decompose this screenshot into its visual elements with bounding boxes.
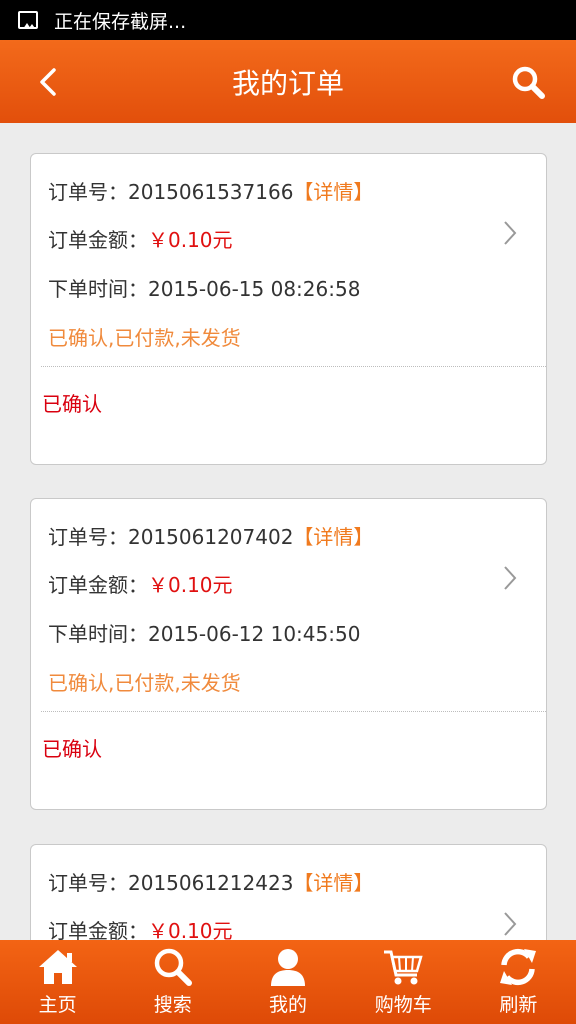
order-amount-row: 订单金额：￥0.10元 — [48, 224, 233, 253]
order-card[interactable]: 订单号：2015061207402【详情】 订单金额：￥0.10元 下单时间：2… — [30, 498, 547, 810]
tab-label: 我的 — [269, 994, 308, 1016]
tab-label: 主页 — [38, 994, 77, 1016]
tab-mine[interactable]: 我的 — [230, 940, 345, 1024]
confirm-status: 已确认 — [42, 737, 102, 761]
detail-link[interactable]: 【详情】 — [293, 525, 373, 549]
order-card[interactable]: 订单号：2015061212423【详情】 订单金额：￥0.10元 — [30, 844, 547, 940]
back-icon[interactable] — [30, 62, 70, 102]
order-status: 已确认,已付款,未发货 — [48, 326, 241, 350]
order-amount: ￥0.10元 — [148, 228, 233, 252]
order-time: 2015-06-12 10:45:50 — [148, 622, 361, 646]
tab-label: 刷新 — [499, 994, 538, 1016]
tab-label: 购物车 — [374, 994, 432, 1016]
home-icon — [38, 950, 77, 984]
confirm-status: 已确认 — [42, 392, 102, 416]
detail-link[interactable]: 【详情】 — [293, 871, 373, 895]
order-time-row: 下单时间：2015-06-15 08:26:58 — [48, 273, 360, 302]
order-amount-label: 订单金额： — [48, 919, 148, 940]
page-title: 我的订单 — [231, 66, 344, 100]
order-time-label: 下单时间： — [48, 277, 148, 301]
bottom-tab-bar: 主页 搜索 我的 购物车 刷新 — [0, 940, 576, 1024]
order-number-label: 订单号： — [48, 871, 128, 895]
user-icon — [271, 949, 305, 986]
chevron-right-icon[interactable] — [500, 218, 520, 248]
search-icon[interactable] — [508, 62, 548, 102]
order-number-label: 订单号： — [48, 180, 128, 204]
order-time-row: 下单时间：2015-06-12 10:45:50 — [48, 618, 360, 647]
cart-icon — [384, 950, 423, 985]
refresh-icon — [500, 948, 537, 986]
detail-link[interactable]: 【详情】 — [293, 180, 373, 204]
order-amount-label: 订单金额： — [48, 573, 148, 597]
chevron-right-icon[interactable] — [500, 909, 520, 939]
order-time: 2015-06-15 08:26:58 — [148, 277, 361, 301]
tab-refresh[interactable]: 刷新 — [461, 940, 576, 1024]
status-text: 正在保存截屏... — [54, 10, 187, 33]
divider — [41, 711, 546, 712]
tab-label: 搜索 — [153, 994, 192, 1016]
header-bar: 我的订单 — [0, 40, 576, 123]
order-number-row: 订单号：2015061212423【详情】 — [48, 867, 373, 896]
order-number-label: 订单号： — [48, 525, 128, 549]
order-number: 2015061207402 — [128, 525, 294, 549]
image-icon — [18, 11, 38, 29]
order-list[interactable]: 订单号：2015061537166【详情】 订单金额：￥0.10元 下单时间：2… — [0, 123, 576, 940]
order-number: 2015061537166 — [128, 180, 294, 204]
order-number-row: 订单号：2015061207402【详情】 — [48, 521, 373, 550]
order-amount: ￥0.10元 — [148, 573, 233, 597]
order-amount-label: 订单金额： — [48, 228, 148, 252]
order-time-label: 下单时间： — [48, 622, 148, 646]
order-number: 2015061212423 — [128, 871, 294, 895]
status-bar: 正在保存截屏... — [0, 0, 576, 40]
tab-search[interactable]: 搜索 — [115, 940, 230, 1024]
order-amount-row: 订单金额：￥0.10元 — [48, 915, 233, 940]
order-amount-row: 订单金额：￥0.10元 — [48, 569, 233, 598]
order-status: 已确认,已付款,未发货 — [48, 671, 241, 695]
divider — [41, 366, 546, 367]
order-card[interactable]: 订单号：2015061537166【详情】 订单金额：￥0.10元 下单时间：2… — [30, 153, 547, 465]
chevron-right-icon[interactable] — [500, 563, 520, 593]
order-amount: ￥0.10元 — [148, 919, 233, 940]
order-number-row: 订单号：2015061537166【详情】 — [48, 176, 373, 205]
tab-home[interactable]: 主页 — [0, 940, 115, 1024]
search-icon — [154, 948, 192, 986]
tab-cart[interactable]: 购物车 — [346, 940, 461, 1024]
